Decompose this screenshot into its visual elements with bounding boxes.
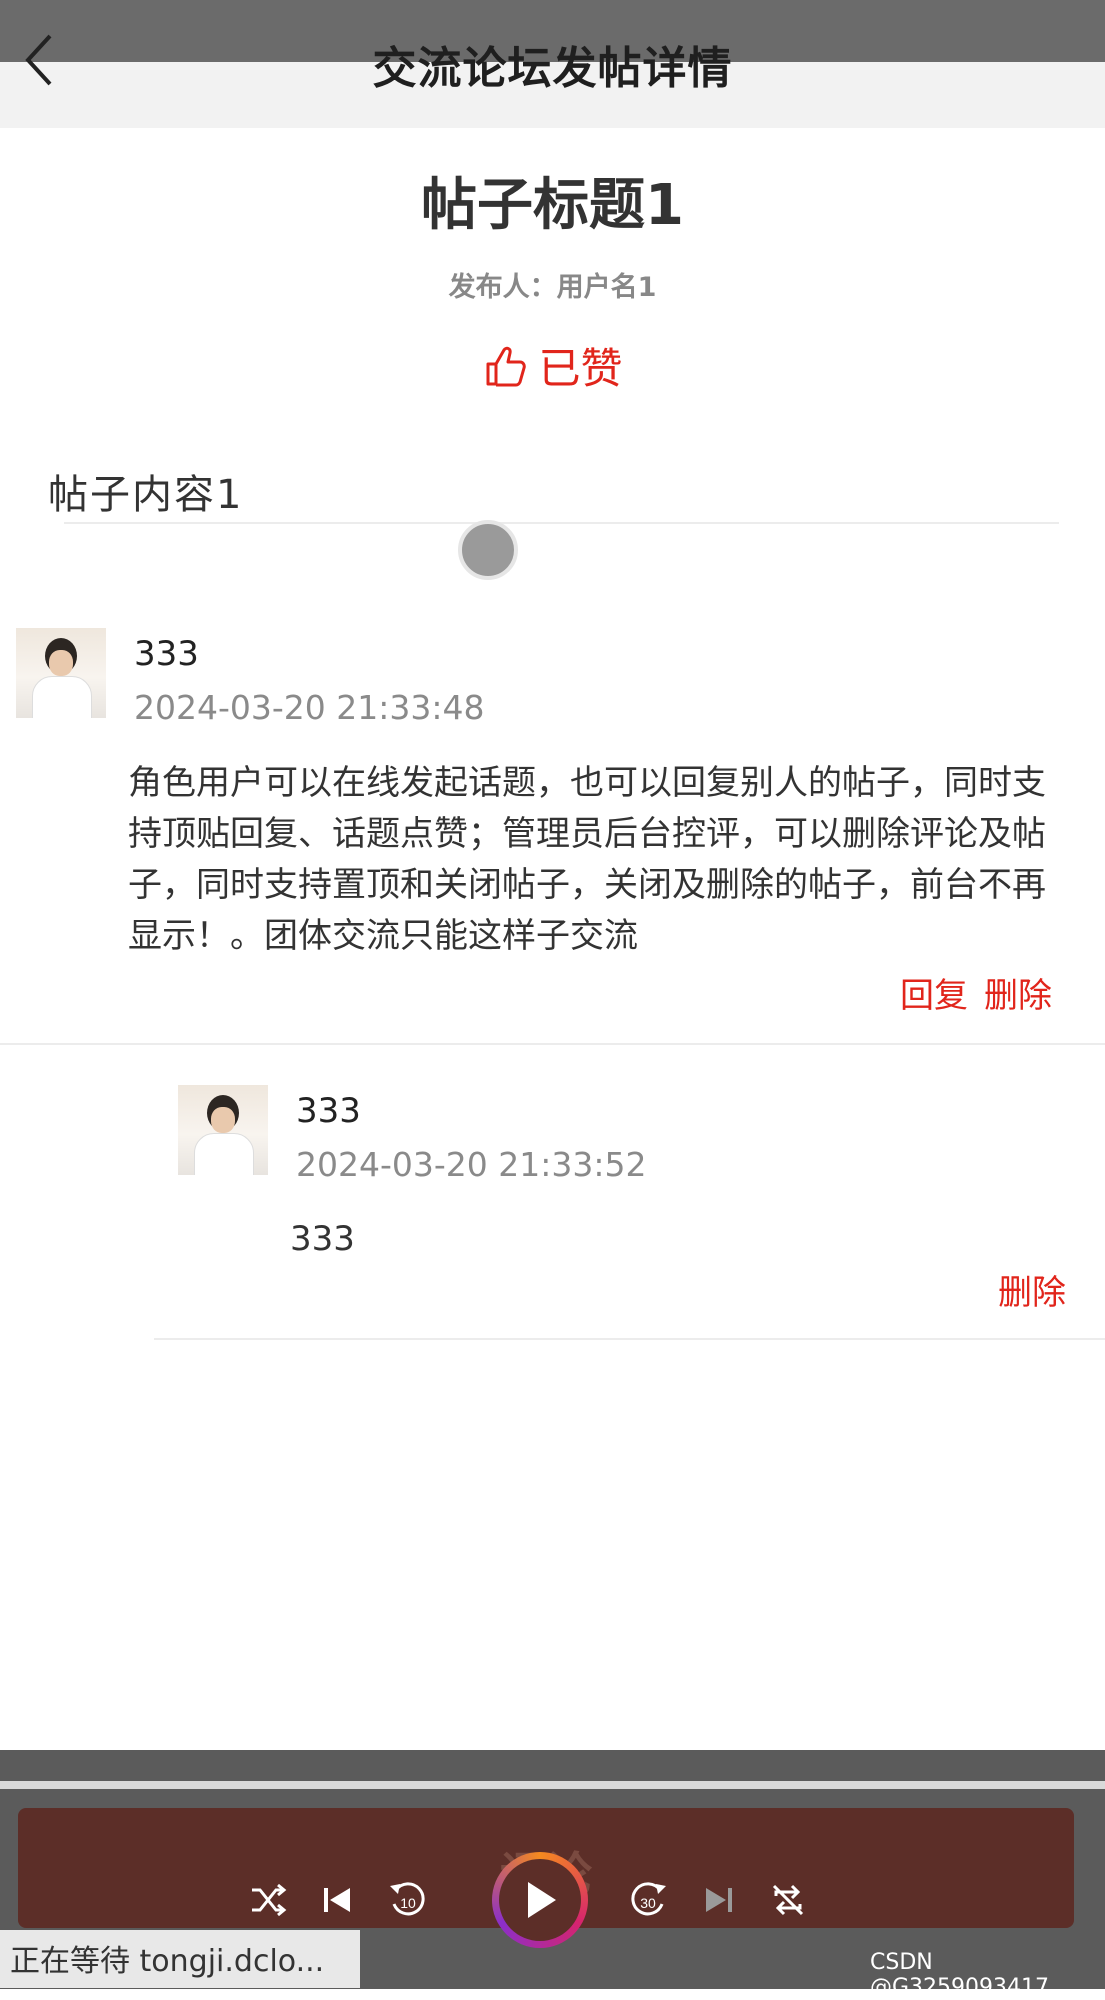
reply-text: 333 [290,1219,355,1259]
forward-label: 30 [640,1895,656,1911]
delete-button[interactable]: 删除 [984,968,1052,1017]
rewind-10-icon[interactable]: 10 [380,1872,436,1928]
comment-actions: 回复 删除 [900,968,1052,1017]
previous-icon[interactable] [310,1872,366,1928]
comment-username: 333 [134,634,199,674]
page-title: 交流论坛发帖详情 [372,43,733,94]
thumbs-up-icon [486,346,527,386]
play-icon [528,1882,556,1918]
divider [0,1781,1105,1789]
divider [64,522,1059,524]
post-author: 发布人：用户名1 [448,272,657,303]
comment-text: 角色用户可以在线发起话题，也可以回复别人的帖子，同时支持顶贴回复、话题点赞；管理… [128,763,1046,956]
comment-timestamp: 2024-03-20 21:33:48 [134,688,485,727]
avatar [178,1085,268,1175]
post-content: 帖子内容1 [48,472,244,518]
play-button[interactable] [492,1852,588,1948]
reply-actions: 删除 [998,1265,1066,1314]
shuffle-icon[interactable] [240,1872,296,1928]
avatar [16,628,106,718]
reply-timestamp: 2024-03-20 21:33:52 [296,1145,647,1184]
like-button[interactable]: 已赞 [0,335,1105,396]
like-label: 已赞 [538,344,623,393]
delete-button[interactable]: 删除 [998,1273,1066,1313]
repeat-icon[interactable] [760,1872,816,1928]
next-icon[interactable] [690,1872,746,1928]
rewind-label: 10 [400,1895,416,1911]
top-navigation-bar: 交流论坛发帖详情 [0,0,1105,128]
reply-button[interactable]: 回复 [900,968,968,1017]
browser-status-text: 正在等待 tongji.dclo... [0,1930,360,1988]
reply-username: 333 [296,1091,361,1131]
divider [0,1043,1105,1045]
divider [154,1338,1105,1340]
loading-spinner-icon [458,520,518,580]
forward-30-icon[interactable]: 30 [620,1872,676,1928]
watermark: CSDN @G3259093417 [870,1950,1050,2000]
post-title: 帖子标题1 [421,173,684,238]
